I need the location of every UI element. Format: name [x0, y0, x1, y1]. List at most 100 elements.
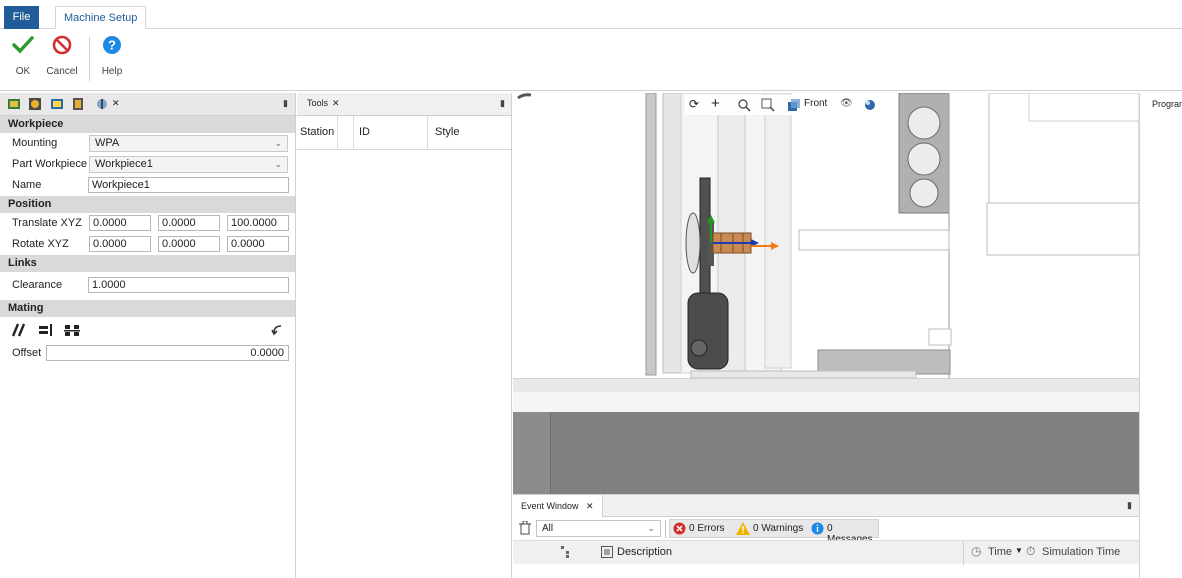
tab-machine-setup[interactable]: Machine Setup	[55, 6, 147, 29]
part-workpiece-row: Part Workpiece Workpiece1 ⌄	[0, 154, 295, 175]
clock-icon: ◷	[971, 544, 982, 558]
column-divider	[353, 116, 354, 150]
program-tab[interactable]: Program	[1152, 99, 1182, 109]
cancel-icon	[52, 35, 72, 55]
stopwatch-icon: ⏱	[1026, 544, 1036, 558]
offset-row: Offset 0.0000	[0, 343, 295, 367]
name-label: Name	[12, 179, 42, 191]
rotate-label: Rotate XYZ	[12, 238, 69, 250]
column-station[interactable]: Station	[300, 126, 334, 138]
ribbon-tabbar: File Machine Setup	[0, 0, 1182, 29]
rotate-y-field[interactable]: 0.0000	[158, 236, 220, 252]
clearance-field[interactable]: 1.0000	[88, 277, 289, 293]
mating-toolbar	[0, 317, 295, 343]
align-face-icon[interactable]	[38, 323, 54, 337]
stock-icon[interactable]	[71, 97, 85, 111]
chevron-down-icon: ⌄	[274, 159, 282, 169]
translate-z-field[interactable]: 100.0000	[227, 215, 289, 231]
tools-panel: Tools ✕ ▮ Station ID Style	[297, 93, 512, 578]
close-tab-icon[interactable]: ✕	[332, 98, 340, 109]
svg-text:?: ?	[108, 38, 116, 53]
pin-icon[interactable]: ▮	[1127, 500, 1132, 511]
pan-icon[interactable]: +	[711, 95, 720, 112]
pin-icon[interactable]: ▮	[500, 98, 505, 109]
component-icon[interactable]	[28, 97, 42, 111]
description-icon	[601, 546, 613, 558]
fixture-icon[interactable]	[50, 97, 64, 111]
viewport-scrollbar[interactable]	[513, 378, 1139, 392]
column-simulation-time[interactable]: Simulation Time	[1042, 546, 1120, 558]
tab-tools[interactable]: Tools	[307, 98, 328, 108]
pin-icon[interactable]: ▮	[283, 98, 288, 109]
column-divider	[427, 116, 428, 150]
rotate-view-icon[interactable]: ⟳	[689, 97, 699, 111]
timeline-area	[513, 412, 1139, 494]
rotate-row: Rotate XYZ 0.0000 0.0000 0.0000	[0, 234, 295, 255]
part-workpiece-label: Part Workpiece	[12, 158, 87, 170]
event-tabbar: Event Window ✕ ▮	[513, 495, 1139, 517]
rotate-x-field[interactable]: 0.0000	[89, 236, 151, 252]
checkmark-icon	[12, 36, 34, 54]
machine-icon[interactable]	[7, 97, 21, 111]
program-panel: Program	[1139, 93, 1182, 578]
translate-x-field[interactable]: 0.0000	[89, 215, 151, 231]
chevron-down-icon[interactable]: ▼	[1015, 546, 1023, 555]
help-label: Help	[101, 66, 123, 77]
event-table-header: Description ◷ Time ▼ ⏱ Simulation Time	[513, 540, 1139, 565]
trash-icon[interactable]	[519, 521, 531, 535]
warnings-count[interactable]: 0 Warnings	[753, 523, 803, 534]
ribbon: OK Cancel ? Help	[0, 29, 1182, 91]
tab-event-window[interactable]: Event Window ✕	[513, 495, 603, 517]
zoom-fit-icon[interactable]	[761, 98, 775, 112]
ribbon-separator	[89, 37, 90, 81]
mounting-select[interactable]: WPA ⌄	[89, 135, 288, 152]
shading-icon[interactable]	[863, 98, 877, 112]
ok-button[interactable]: OK	[3, 35, 43, 77]
parallel-icon[interactable]	[10, 323, 26, 337]
errors-count[interactable]: 0 Errors	[689, 523, 725, 534]
close-tab-icon[interactable]: ✕	[112, 98, 120, 109]
section-links: Links	[0, 255, 295, 272]
filter-value: All	[542, 523, 554, 534]
info-icon[interactable]	[811, 522, 824, 535]
column-id[interactable]: ID	[359, 126, 370, 138]
chevron-down-icon: ⌄	[274, 138, 282, 148]
column-description[interactable]: Description	[617, 546, 672, 558]
align-center-icon[interactable]	[64, 323, 80, 337]
ok-label: OK	[15, 66, 31, 77]
toolbar-separator	[665, 520, 666, 538]
event-filters: 0 Errors 0 Warnings 0 Messages	[669, 519, 879, 545]
cancel-label: Cancel	[46, 66, 78, 77]
rotate-z-field[interactable]: 0.0000	[227, 236, 289, 252]
error-icon[interactable]	[673, 522, 686, 535]
translate-y-field[interactable]: 0.0000	[158, 215, 220, 231]
section-workpiece: Workpiece	[0, 116, 295, 133]
part-workpiece-select[interactable]: Workpiece1 ⌄	[89, 156, 288, 173]
tab-file[interactable]: File	[4, 6, 39, 29]
column-divider	[337, 116, 338, 150]
workpiece-icon[interactable]	[95, 97, 109, 111]
machine-3d-viewport[interactable]: ⟳ + Front 👁	[513, 93, 1139, 378]
translate-row: Translate XYZ 0.0000 0.0000 100.0000	[0, 213, 295, 234]
properties-panel: ✕ ▮ Workpiece Mounting WPA ⌄ Part Workpi…	[0, 93, 296, 578]
warning-icon[interactable]	[736, 522, 750, 535]
visibility-icon[interactable]: 👁	[840, 98, 853, 109]
cancel-button[interactable]: Cancel	[42, 35, 82, 77]
close-tab-icon[interactable]: ✕	[586, 501, 594, 511]
view-name[interactable]: Front	[804, 98, 827, 109]
tree-icon[interactable]	[561, 546, 571, 558]
undo-icon[interactable]	[270, 323, 284, 337]
translate-label: Translate XYZ	[12, 217, 82, 229]
timeline-header	[513, 412, 551, 494]
name-field[interactable]: Workpiece1	[88, 177, 289, 193]
column-style[interactable]: Style	[435, 126, 459, 138]
help-button[interactable]: ? Help	[92, 35, 132, 77]
column-time[interactable]: Time	[988, 546, 1012, 558]
section-mating: Mating	[0, 300, 295, 317]
view-cube-icon[interactable]	[787, 98, 801, 112]
chevron-down-icon: ⌄	[647, 523, 655, 533]
zoom-icon[interactable]	[737, 98, 751, 112]
filter-select[interactable]: All ⌄	[536, 520, 661, 537]
offset-field[interactable]: 0.0000	[46, 345, 289, 361]
section-position: Position	[0, 196, 295, 213]
